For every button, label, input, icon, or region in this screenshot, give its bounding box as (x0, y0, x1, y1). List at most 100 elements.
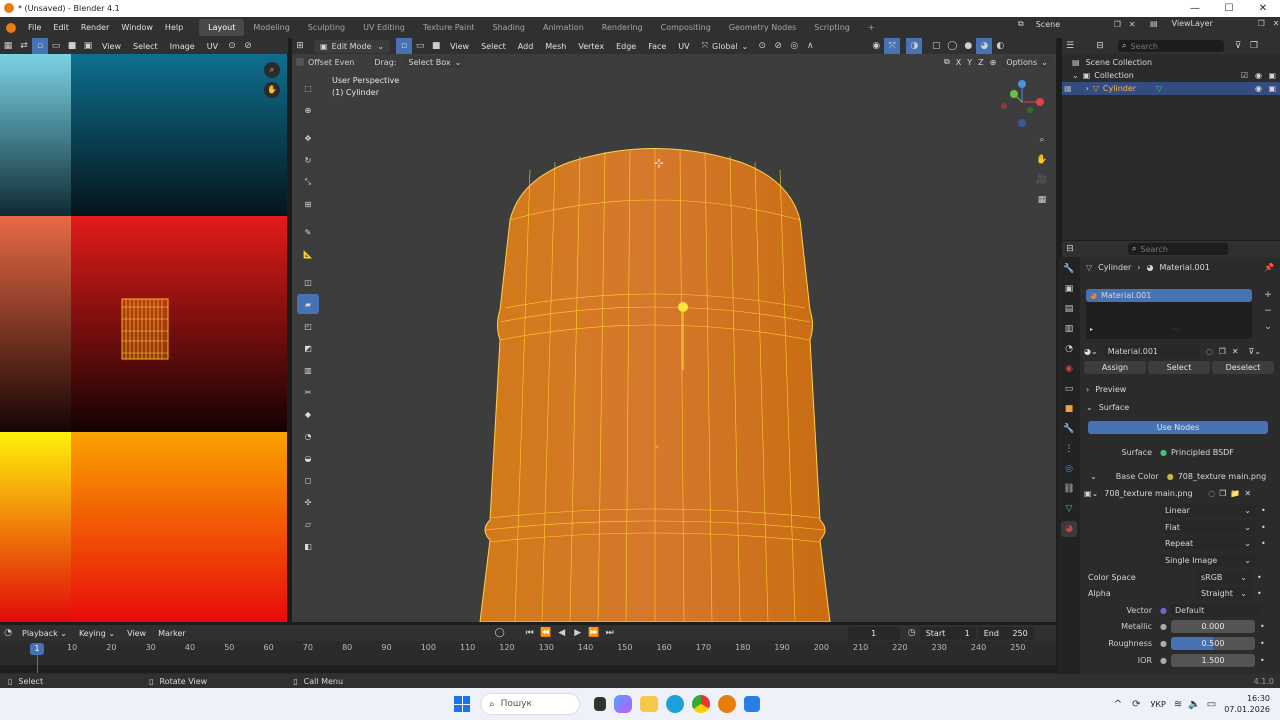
uv-islands[interactable] (120, 297, 172, 363)
rotate-tool-icon[interactable]: ↻ (297, 150, 319, 170)
viewport-menu-select[interactable]: Select (475, 42, 512, 51)
viewport-menu-uv[interactable]: UV (672, 42, 695, 51)
jump-start-icon[interactable]: ⏮ (522, 625, 538, 641)
camera-icon[interactable]: ▣ (1268, 71, 1276, 80)
network-icon[interactable]: ⟳ (1132, 699, 1140, 710)
offset-even-checkbox[interactable] (296, 58, 304, 66)
chrome-browser-icon[interactable] (692, 695, 710, 713)
menu-edit[interactable]: Edit (47, 23, 75, 32)
shading-material-icon[interactable]: ◕ (976, 38, 993, 54)
keyframe-dot-icon[interactable]: • (1260, 656, 1265, 665)
hand-pan-icon[interactable]: ✋ (264, 82, 280, 98)
scene-collection-row[interactable]: ▤ Scene Collection (1072, 56, 1152, 69)
tab-scripting[interactable]: Scripting (805, 19, 859, 36)
viewport-menu-vertex[interactable]: Vertex (572, 42, 610, 51)
duplicate-icon[interactable]: ❐ (1219, 489, 1226, 498)
eye-icon[interactable]: ◉ (1255, 84, 1262, 93)
surface-section[interactable]: ⌄ Surface (1086, 403, 1129, 412)
camera-icon[interactable]: ▣ (1268, 84, 1276, 93)
scene-selector[interactable]: ⧉ Scene ❐ ✕ (1018, 19, 1136, 29)
uv-menu-image[interactable]: Image (164, 42, 201, 51)
loop-cut-tool-icon[interactable]: ▥ (297, 360, 319, 380)
eye-icon[interactable]: ◉ (1255, 71, 1262, 80)
vertex-select-icon[interactable]: ▫ (396, 38, 413, 54)
uv-snap-icon[interactable]: ⊘ (240, 38, 256, 54)
surface-value[interactable]: Principled BSDF (1171, 448, 1234, 457)
overlay-icon[interactable]: ◑ (906, 38, 923, 54)
timeline-scrollbar[interactable] (0, 665, 1056, 673)
viewport-menu-add[interactable]: Add (512, 42, 540, 51)
shear-tool-icon[interactable]: ▱ (297, 514, 319, 534)
display-mode-icon[interactable]: ⊟ (1092, 38, 1108, 54)
tab-shading[interactable]: Shading (483, 19, 534, 36)
menu-file[interactable]: File (22, 23, 47, 32)
tab-uv-editing[interactable]: UV Editing (354, 19, 414, 36)
volume-icon[interactable]: 🔈 (1188, 699, 1200, 710)
snap-axes-icon[interactable]: ⊕ (990, 58, 997, 67)
3d-cursor-icon[interactable]: ⊹ (654, 156, 664, 170)
menu-window[interactable]: Window (115, 23, 159, 32)
remove-slot-icon[interactable]: − (1260, 303, 1276, 319)
resize-handle-icon[interactable]: ⋯ (1172, 326, 1178, 333)
metallic-field[interactable]: 0.000 (1170, 619, 1255, 633)
timeline-area[interactable]: 10 20 30 40 50 60 70 80 90 100 110 120 130 140 150 160 1… (0, 641, 1056, 674)
tab-layout[interactable]: Layout (199, 19, 245, 36)
timeline-menu-view[interactable]: View (121, 629, 152, 638)
chevron-up-icon[interactable]: ^ (1114, 699, 1122, 710)
grid-icon[interactable]: ▦ (1034, 192, 1050, 208)
shading-wireframe-icon[interactable]: ◯ (944, 38, 960, 54)
uv-menu-uv[interactable]: UV (201, 42, 224, 51)
alpha-dropdown[interactable]: Straight ⌄ (1196, 586, 1252, 600)
play-icon[interactable]: ▶ (570, 625, 586, 641)
fake-user-icon[interactable]: ◌ (1206, 347, 1213, 356)
duplicate-icon[interactable]: ❐ (1219, 347, 1226, 356)
close-button[interactable]: ✕ (1246, 0, 1280, 17)
navigation-gizmo[interactable] (996, 78, 1052, 134)
maximize-button[interactable]: ☐ (1212, 0, 1246, 17)
end-frame-field[interactable]: End 250 (977, 626, 1034, 640)
image-name[interactable]: 708_texture main.png (1104, 489, 1204, 498)
viewlayer-selector[interactable]: ▤ ViewLayer ❐ ✕ (1150, 19, 1279, 28)
new-collection-icon[interactable]: ❐ (1246, 38, 1262, 54)
tab-rendering[interactable]: Rendering (593, 19, 652, 36)
extrude-tool-icon[interactable]: ▰ (297, 294, 319, 314)
sync-selection-icon[interactable]: ⇄ (16, 38, 32, 54)
viewport-menu-mesh[interactable]: Mesh (539, 42, 572, 51)
menu-render[interactable]: Render (75, 23, 115, 32)
file-explorer-icon[interactable] (640, 696, 658, 712)
tab-sculpting[interactable]: Sculpting (299, 19, 354, 36)
timeline-menu-keying[interactable]: Keying ⌄ (73, 629, 121, 638)
face-select-icon[interactable]: ■ (428, 38, 444, 54)
physics-tab-icon[interactable]: ◎ (1061, 461, 1077, 477)
render-tab-icon[interactable]: ▣ (1061, 281, 1077, 297)
filter-icon[interactable]: ⊽⌄ (1249, 347, 1262, 356)
modifier-tab-icon[interactable]: 🔧 (1061, 421, 1077, 437)
playhead[interactable]: 1 (30, 643, 44, 655)
slot-menu-icon[interactable]: ⌄ (1260, 319, 1276, 335)
unlink-icon[interactable]: ✕ (1244, 489, 1251, 498)
poly-build-tool-icon[interactable]: ◆ (297, 404, 319, 424)
object-tab-icon[interactable]: ■ (1061, 401, 1077, 417)
editor-type-icon[interactable]: ☰ (1062, 38, 1078, 54)
keyframe-dot-icon[interactable]: • (1261, 523, 1266, 532)
edge-slide-tool-icon[interactable]: ◻ (297, 470, 319, 490)
hand-pan-icon[interactable]: ✋ (1034, 152, 1050, 168)
tab-animation[interactable]: Animation (534, 19, 593, 36)
clock[interactable]: 16:30 07.01.2026 (1224, 693, 1270, 715)
snap-icon[interactable]: ⊘ (770, 38, 786, 54)
app-taskbar-icon[interactable] (744, 696, 760, 712)
unlink-icon[interactable]: ✕ (1232, 347, 1239, 356)
image-selector[interactable]: ▣⌄ 708_texture main.png ◌ ❐ 📁 ✕ (1084, 486, 1276, 500)
collection-tab-icon[interactable]: ▭ (1061, 381, 1077, 397)
falloff-icon[interactable]: ∧ (802, 38, 818, 54)
add-slot-icon[interactable]: + (1260, 287, 1276, 303)
rip-tool-icon[interactable]: ◧ (297, 536, 319, 556)
pivot-icon[interactable]: ⊙ (224, 38, 240, 54)
world-tab-icon[interactable]: ◉ (1061, 361, 1077, 377)
smooth-tool-icon[interactable]: ◒ (297, 448, 319, 468)
inset-tool-icon[interactable]: ◰ (297, 316, 319, 336)
shading-solid-icon[interactable]: ● (960, 38, 976, 54)
taskbar-search[interactable]: ⌕ Пошук (480, 693, 580, 715)
zoom-icon[interactable]: ⌕ (264, 62, 280, 78)
tab-geometry-nodes[interactable]: Geometry Nodes (720, 19, 805, 36)
